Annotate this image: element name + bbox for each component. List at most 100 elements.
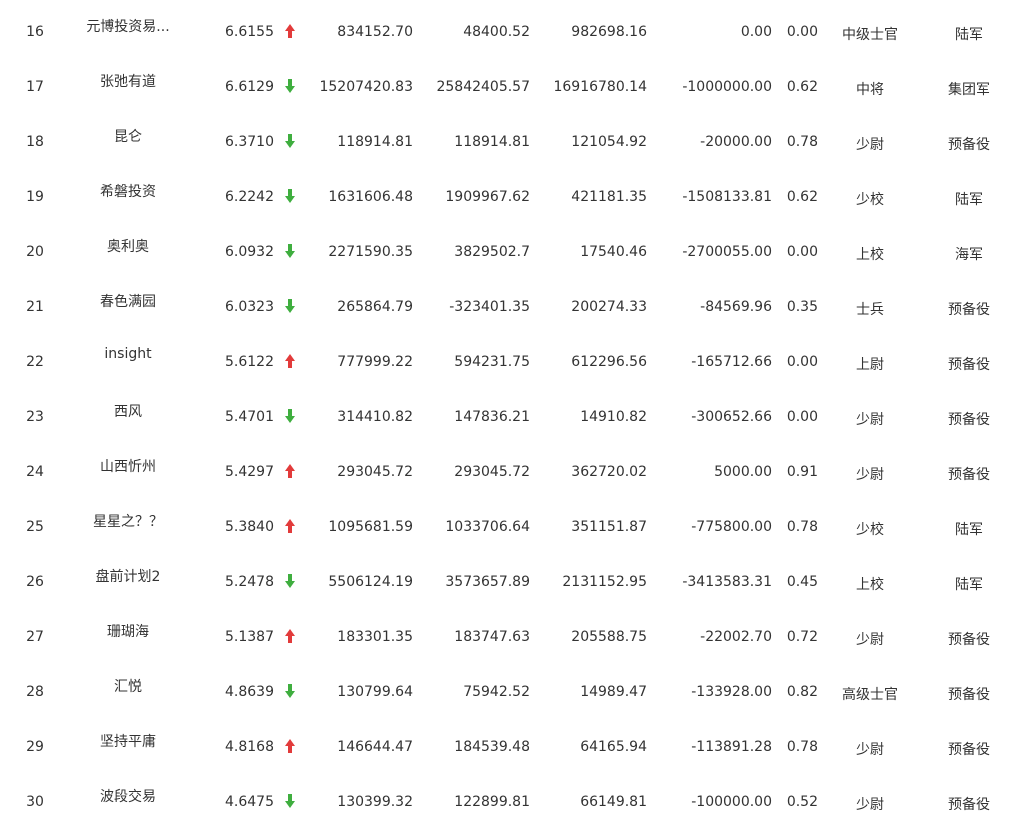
branch-cell: 预备役 <box>948 632 990 648</box>
rank-cell: 19 <box>26 189 44 205</box>
branch-cell: 预备役 <box>948 357 990 373</box>
ratio-cell: 0.78 <box>786 519 818 535</box>
branch-cell: 预备役 <box>948 467 990 483</box>
value3-cell: 17540.46 <box>580 244 647 260</box>
branch-cell: 预备役 <box>948 687 990 703</box>
ratio-cell: 0.00 <box>786 409 818 425</box>
value1-cell: 777999.22 <box>337 354 413 370</box>
ratio-cell: 0.82 <box>786 684 818 700</box>
name-cell[interactable]: 波段交易 <box>78 786 178 806</box>
ratio-cell: 0.52 <box>786 794 818 810</box>
score-cell: 5.2478 <box>225 574 274 590</box>
table-row: 23 西风 5.4701 314410.82 147836.21 14910.8… <box>0 397 1015 452</box>
branch-cell: 预备役 <box>948 137 990 153</box>
value3-cell: 2131152.95 <box>562 574 647 590</box>
score-cell: 5.6122 <box>225 354 274 370</box>
value2-cell: 75942.52 <box>463 684 530 700</box>
rank-title-cell: 少校 <box>856 522 884 538</box>
table-row: 29 坚持平庸 4.8168 146644.47 184539.48 64165… <box>0 727 1015 782</box>
name-cell[interactable]: 盘前计划2 <box>78 566 178 586</box>
arrow-down-icon <box>282 78 298 94</box>
rank-title-cell: 上校 <box>856 247 884 263</box>
name-cell[interactable]: insight <box>78 346 178 362</box>
rank-cell: 28 <box>26 684 44 700</box>
branch-cell: 集团军 <box>948 82 990 98</box>
value3-cell: 14989.47 <box>580 684 647 700</box>
value1-cell: 293045.72 <box>337 464 413 480</box>
value4-cell: -165712.66 <box>691 354 772 370</box>
name-cell[interactable]: 山西忻州 <box>78 456 178 476</box>
table-row: 20 奥利奥 6.0932 2271590.35 3829502.7 17540… <box>0 232 1015 287</box>
value3-cell: 66149.81 <box>580 794 647 810</box>
score-cell: 6.3710 <box>225 134 274 150</box>
rank-title-cell: 少尉 <box>856 412 884 428</box>
rank-cell: 23 <box>26 409 44 425</box>
value4-cell: 0.00 <box>740 24 772 40</box>
ratio-cell: 0.00 <box>786 354 818 370</box>
branch-cell: 预备役 <box>948 797 990 813</box>
arrow-up-icon <box>282 518 298 534</box>
rank-title-cell: 中将 <box>856 82 884 98</box>
rank-title-cell: 少尉 <box>856 467 884 483</box>
rank-cell: 22 <box>26 354 44 370</box>
name-cell[interactable]: 希磐投资 <box>78 181 178 201</box>
table-row: 17 张弛有道 6.6129 15207420.83 25842405.57 1… <box>0 67 1015 122</box>
table-row: 21 春色满园 6.0323 265864.79 -323401.35 2002… <box>0 287 1015 342</box>
value2-cell: 184539.48 <box>454 739 530 755</box>
rank-cell: 18 <box>26 134 44 150</box>
name-cell[interactable]: 张弛有道 <box>78 71 178 91</box>
ratio-cell: 0.00 <box>786 24 818 40</box>
value3-cell: 64165.94 <box>580 739 647 755</box>
name-cell[interactable]: 珊瑚海 <box>78 621 178 641</box>
value3-cell: 200274.33 <box>571 299 647 315</box>
value4-cell: -1000000.00 <box>682 79 772 95</box>
name-cell[interactable]: 春色满园 <box>78 291 178 311</box>
value3-cell: 362720.02 <box>571 464 647 480</box>
score-cell: 4.8168 <box>225 739 274 755</box>
branch-cell: 陆军 <box>955 577 983 593</box>
value3-cell: 612296.56 <box>571 354 647 370</box>
score-cell: 5.1387 <box>225 629 274 645</box>
rank-cell: 30 <box>26 794 44 810</box>
ratio-cell: 0.78 <box>786 134 818 150</box>
arrow-up-icon <box>282 353 298 369</box>
branch-cell: 陆军 <box>955 192 983 208</box>
value1-cell: 1631606.48 <box>328 189 413 205</box>
name-cell[interactable]: 奥利奥 <box>78 236 178 256</box>
branch-cell: 陆军 <box>955 27 983 43</box>
ratio-cell: 0.72 <box>786 629 818 645</box>
table-row: 30 波段交易 4.6475 130399.32 122899.81 66149… <box>0 782 1015 837</box>
rank-title-cell: 上尉 <box>856 357 884 373</box>
arrow-down-icon <box>282 243 298 259</box>
rank-title-cell: 少尉 <box>856 797 884 813</box>
table-row: 27 珊瑚海 5.1387 183301.35 183747.63 205588… <box>0 617 1015 672</box>
rank-title-cell: 少校 <box>856 192 884 208</box>
name-cell[interactable]: 汇悦 <box>78 676 178 696</box>
arrow-down-icon <box>282 298 298 314</box>
ranking-table: 16 元博投资易... 6.6155 834152.70 48400.52 98… <box>0 0 1015 816</box>
value4-cell: -300652.66 <box>691 409 772 425</box>
rank-cell: 21 <box>26 299 44 315</box>
score-cell: 6.0932 <box>225 244 274 260</box>
name-cell[interactable]: 坚持平庸 <box>78 731 178 751</box>
ratio-cell: 0.62 <box>786 79 818 95</box>
branch-cell: 海军 <box>955 247 983 263</box>
value4-cell: -20000.00 <box>700 134 772 150</box>
branch-cell: 陆军 <box>955 522 983 538</box>
value4-cell: -2700055.00 <box>682 244 772 260</box>
name-cell[interactable]: 元博投资易... <box>78 16 178 36</box>
value4-cell: -3413583.31 <box>682 574 772 590</box>
value1-cell: 15207420.83 <box>319 79 413 95</box>
name-cell[interactable]: 星星之？？ <box>78 511 178 531</box>
score-cell: 6.2242 <box>225 189 274 205</box>
rank-cell: 27 <box>26 629 44 645</box>
table-row: 26 盘前计划2 5.2478 5506124.19 3573657.89 21… <box>0 562 1015 617</box>
value2-cell: 3573657.89 <box>445 574 530 590</box>
arrow-up-icon <box>282 23 298 39</box>
value2-cell: 25842405.57 <box>436 79 530 95</box>
value2-cell: 594231.75 <box>454 354 530 370</box>
name-cell[interactable]: 昆仑 <box>78 126 178 146</box>
name-cell[interactable]: 西风 <box>78 401 178 421</box>
rank-title-cell: 中级士官 <box>842 27 898 43</box>
rank-cell: 26 <box>26 574 44 590</box>
